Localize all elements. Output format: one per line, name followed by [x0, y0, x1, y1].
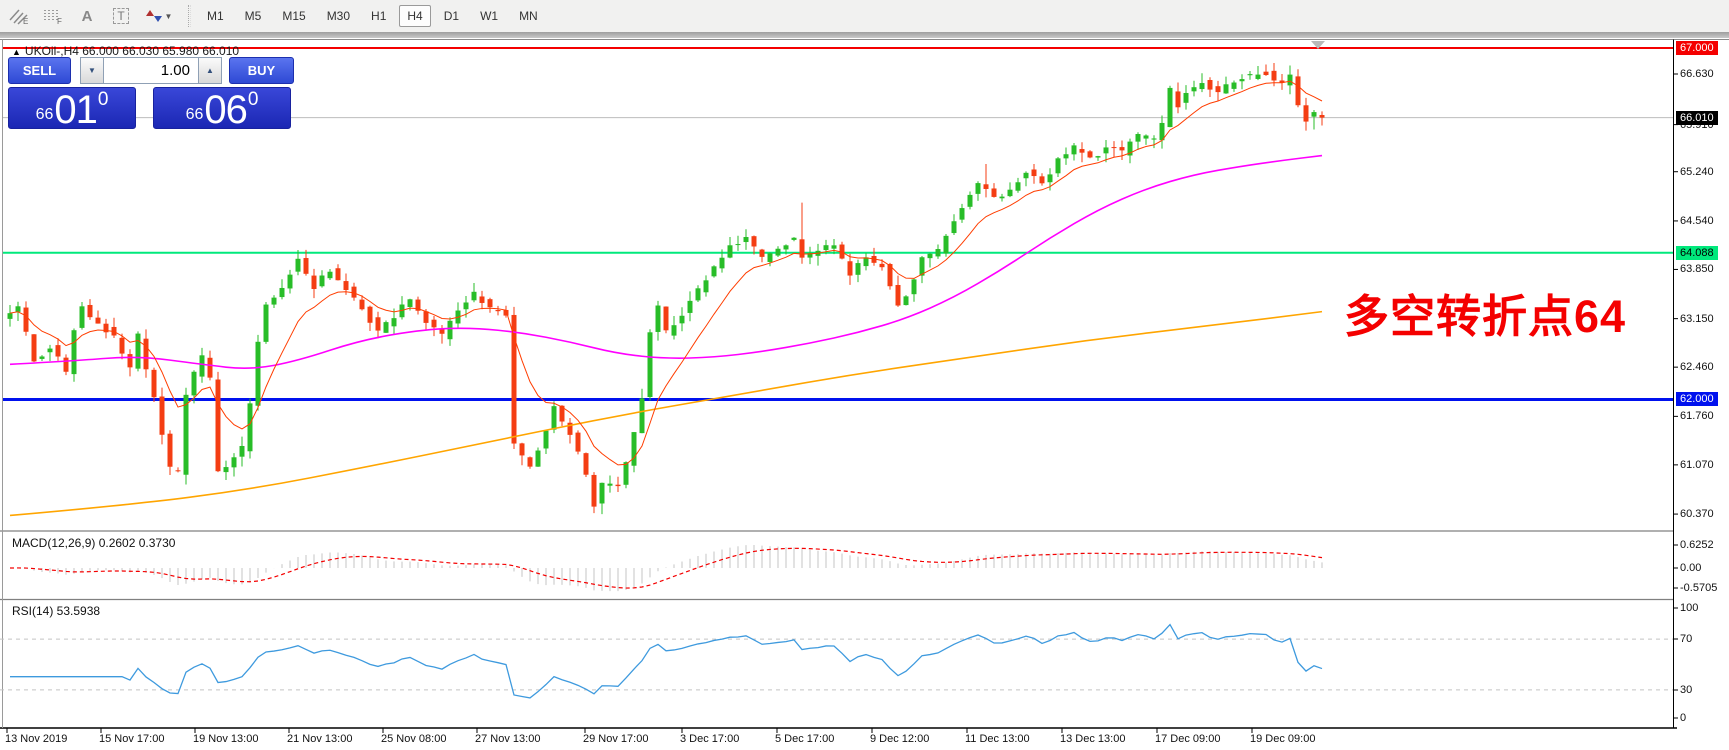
- one-click-trading-panel: SELL ▼ ▲ BUY 66010 66060: [8, 57, 298, 133]
- text-label-icon: A: [81, 7, 93, 25]
- dropdown-caret-icon: ▼: [164, 11, 173, 21]
- text-box-tool-button[interactable]: T: [106, 4, 136, 28]
- symbol-ohlc-text: UKOil-,H4 66.000 66.030 65.980 66.010: [24, 44, 240, 58]
- fibo-expansion-icon: E: [9, 9, 28, 25]
- ask-pip-digit: 0: [247, 89, 259, 110]
- ask-prefix: 66: [185, 106, 204, 123]
- bid-price-panel[interactable]: 66 01 0: [8, 87, 136, 133]
- ask-price-panel[interactable]: 66 06 0: [153, 87, 291, 133]
- rsi-indicator-label: RSI(14) 53.5938: [12, 604, 101, 618]
- volume-input[interactable]: [103, 57, 199, 84]
- macd-signal-line: [9, 547, 1323, 589]
- chart-symbol-line: ▲ UKOil-,H4 66.000 66.030 65.980 66.010: [12, 44, 239, 58]
- fibo-fan-icon: F: [44, 10, 62, 25]
- timeframe-m15-button[interactable]: M15: [274, 5, 313, 27]
- timeframe-mn-button[interactable]: MN: [511, 5, 546, 27]
- timeframe-h4-button[interactable]: H4: [399, 5, 431, 27]
- timeframe-d1-button[interactable]: D1: [436, 5, 467, 27]
- arrow-objects-tool-button[interactable]: ▼: [140, 4, 178, 28]
- macd-histogram: [17, 545, 1323, 592]
- toolbar: E F A T ▼ M1 M5 M15 M30 H1 H4 D1 W1 MN: [0, 0, 1729, 33]
- rsi-line: [10, 623, 1323, 699]
- timeframe-w1-button[interactable]: W1: [472, 5, 506, 27]
- bid-pip-digit: 0: [97, 89, 109, 110]
- sell-button[interactable]: SELL: [8, 57, 71, 84]
- timeframe-m1-button[interactable]: M1: [199, 5, 232, 27]
- arrows-icon: [145, 10, 162, 22]
- slow-ma: [9, 310, 1323, 517]
- one-click-collapse-icon[interactable]: ▲: [12, 47, 21, 57]
- fibo-fan-tool-button[interactable]: F: [38, 4, 68, 28]
- buy-button[interactable]: BUY: [229, 57, 294, 84]
- text-label-tool-button[interactable]: A: [72, 4, 102, 28]
- svg-text:E: E: [23, 17, 28, 25]
- timeframe-m5-button[interactable]: M5: [237, 5, 270, 27]
- window-divider: [0, 32, 1729, 38]
- timeframe-m30-button[interactable]: M30: [319, 5, 358, 27]
- chart-annotation-text: 多空转折点64: [1344, 291, 1627, 342]
- svg-text:F: F: [57, 17, 62, 25]
- timeframe-h1-button[interactable]: H1: [363, 5, 394, 27]
- ask-big-digits: 06: [204, 88, 247, 133]
- bid-prefix: 66: [35, 106, 54, 123]
- toolbar-separator: [188, 5, 191, 27]
- volume-increase-button[interactable]: ▲: [199, 57, 222, 84]
- fibo-expansion-tool-button[interactable]: E: [4, 4, 34, 28]
- bid-big-digits: 01: [54, 88, 97, 133]
- trading-terminal-window: E F A T ▼ M1 M5 M15 M30 H1 H4 D1 W1 MN ▲…: [0, 0, 1729, 750]
- text-box-icon: T: [113, 8, 129, 24]
- macd-indicator-label: MACD(12,26,9) 0.2602 0.3730: [12, 536, 176, 550]
- volume-decrease-button[interactable]: ▼: [80, 57, 103, 84]
